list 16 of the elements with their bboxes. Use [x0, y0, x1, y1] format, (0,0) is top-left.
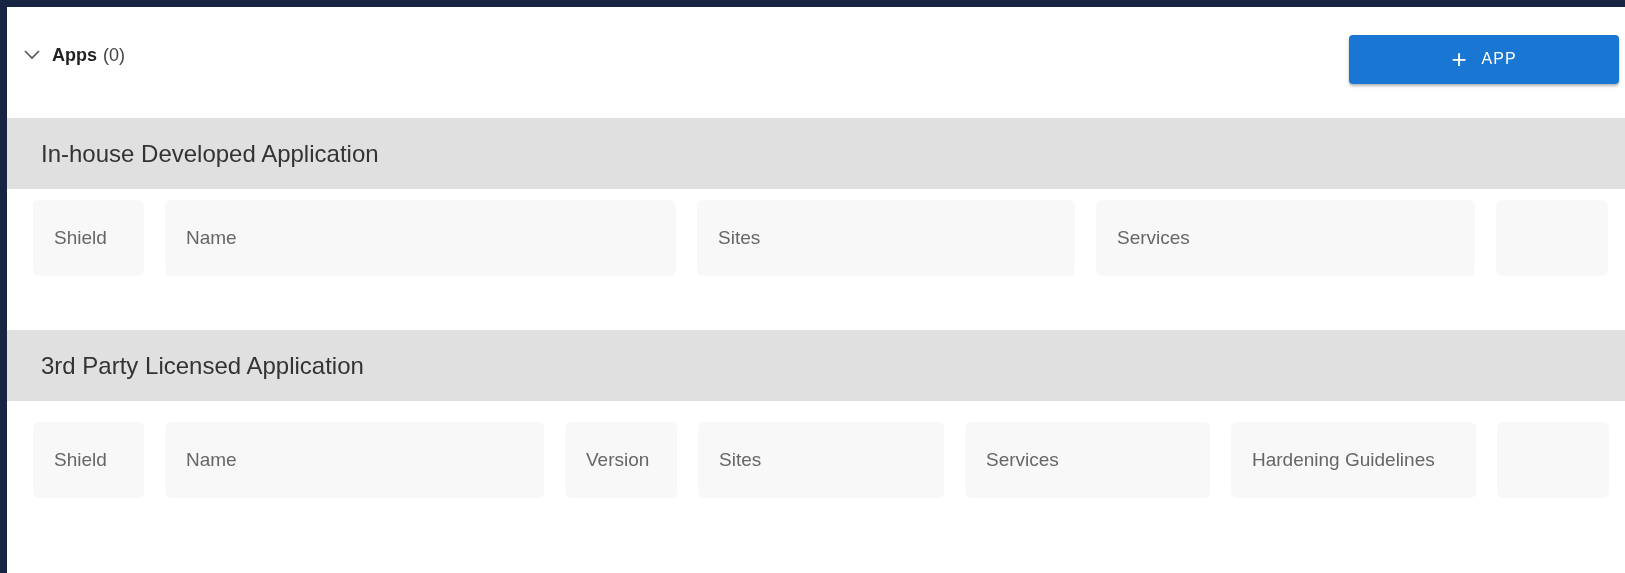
column-header: Shield: [33, 422, 144, 498]
section-header: 3rd Party Licensed Application: [7, 330, 1625, 401]
section-header: In-house Developed Application: [7, 118, 1625, 189]
chevron-icon[interactable]: [24, 50, 40, 60]
column-header: Sites: [698, 422, 944, 498]
add-app-button[interactable]: + APP: [1349, 34, 1619, 84]
section-title: Apps: [52, 44, 97, 66]
column-header: Services: [965, 422, 1210, 498]
column-header: Name: [165, 200, 676, 276]
column-header: Version: [565, 422, 677, 498]
item-count: (0): [103, 44, 125, 66]
column-header: Name: [165, 422, 544, 498]
column-header: Shield: [33, 200, 144, 276]
column-header: Sites: [697, 200, 1075, 276]
column-header: Services: [1096, 200, 1475, 276]
column-header: Hardening Guidelines: [1231, 422, 1476, 498]
